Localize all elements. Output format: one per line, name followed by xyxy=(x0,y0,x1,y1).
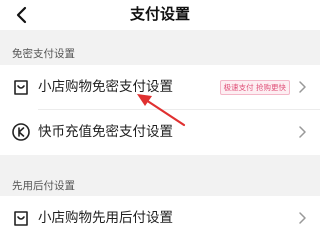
password-free-group: 小店购物免密支付设置 极速支付 抢购更快 快币充值免密支付设置 xyxy=(0,65,320,155)
section-header-pay-later: 先用后付设置 xyxy=(12,180,75,192)
chevron-right-icon xyxy=(299,126,306,138)
top-nav-bar: 支付设置 xyxy=(0,0,320,30)
pay-later-group: 小店购物先用后付设置 xyxy=(0,196,320,240)
page-title: 支付设置 xyxy=(129,5,190,23)
promo-badge: 极速支付 抢购更快 xyxy=(219,80,290,95)
list-item-shop-password-free[interactable]: 小店购物免密支付设置 极速支付 抢购更快 xyxy=(0,65,320,109)
shopping-bag-icon xyxy=(14,80,28,95)
kuaibi-coin-icon xyxy=(12,123,30,141)
shopping-bag-icon xyxy=(14,211,28,226)
chevron-right-icon xyxy=(299,81,306,93)
chevron-right-icon xyxy=(299,212,306,224)
list-item-label: 快币充值免密支付设置 xyxy=(38,124,173,140)
list-item-label: 小店购物免密支付设置 xyxy=(38,79,173,95)
list-item-label: 小店购物先用后付设置 xyxy=(38,210,173,226)
list-item-kuaibi-password-free[interactable]: 快币充值免密支付设置 xyxy=(0,110,320,154)
list-item-shop-pay-later[interactable]: 小店购物先用后付设置 xyxy=(0,196,320,240)
section-header-password-free: 免密支付设置 xyxy=(12,48,75,60)
